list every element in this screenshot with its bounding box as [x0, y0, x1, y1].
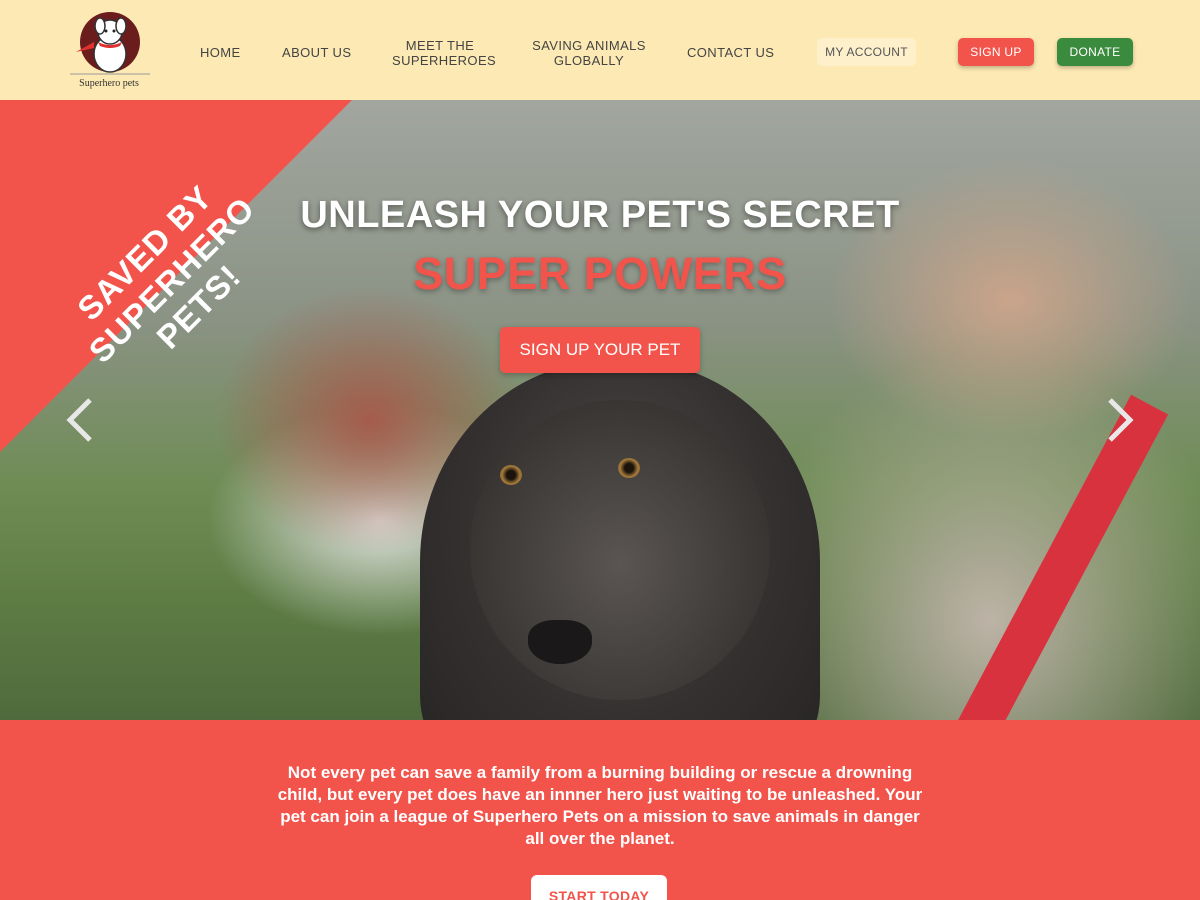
dog-eye-left: [500, 465, 522, 485]
site-header: Superhero pets HOME ABOUT US MEET THE SU…: [0, 0, 1200, 100]
nav-meet-line1: MEET THE: [405, 38, 475, 53]
nav-meet-the-superheroes[interactable]: MEET THE SUPERHEROES: [392, 38, 497, 68]
start-today-button[interactable]: START TODAY: [531, 875, 667, 900]
donate-button[interactable]: DONATE: [1057, 38, 1133, 66]
dog-nose: [528, 620, 592, 664]
hero-carousel: SAVED BY SUPERHERO PETS! UNLEASH YOUR PE…: [0, 100, 1200, 720]
hero-subheadline: SUPER POWERS: [413, 248, 787, 299]
nav-home[interactable]: HOME: [200, 45, 241, 60]
my-account-button[interactable]: MY ACCOUNT: [817, 38, 916, 66]
nav-meet-line2: SUPERHEROES: [392, 53, 497, 68]
logo-text: Superhero pets: [79, 78, 139, 89]
logo[interactable]: Superhero pets: [64, 8, 154, 92]
superhero-dog-logo-icon: [70, 12, 150, 75]
sign-up-your-pet-button[interactable]: SIGN UP YOUR PET: [500, 327, 700, 373]
nav-contact-us[interactable]: CONTACT US: [687, 45, 774, 60]
chevron-left-icon[interactable]: [64, 396, 94, 444]
nav-saving-animals-globally[interactable]: SAVING ANIMALS GLOBALLY: [530, 38, 648, 68]
hero-headline: UNLEASH YOUR PET'S SECRET: [300, 194, 900, 236]
nav-saving-line1: SAVING ANIMALS: [532, 38, 646, 53]
nav-about-us[interactable]: ABOUT US: [282, 45, 351, 60]
intro-section: Not every pet can save a family from a b…: [0, 720, 1200, 900]
nav-saving-line2: GLOBALLY: [553, 53, 625, 68]
intro-text-brand: Superhero Pets: [472, 807, 599, 826]
dog-eye-right: [618, 458, 640, 478]
dog-head: [470, 400, 770, 700]
sign-up-button[interactable]: SIGN UP: [958, 38, 1034, 66]
chevron-right-icon[interactable]: [1106, 396, 1136, 444]
intro-text: Not every pet can save a family from a b…: [270, 762, 930, 850]
